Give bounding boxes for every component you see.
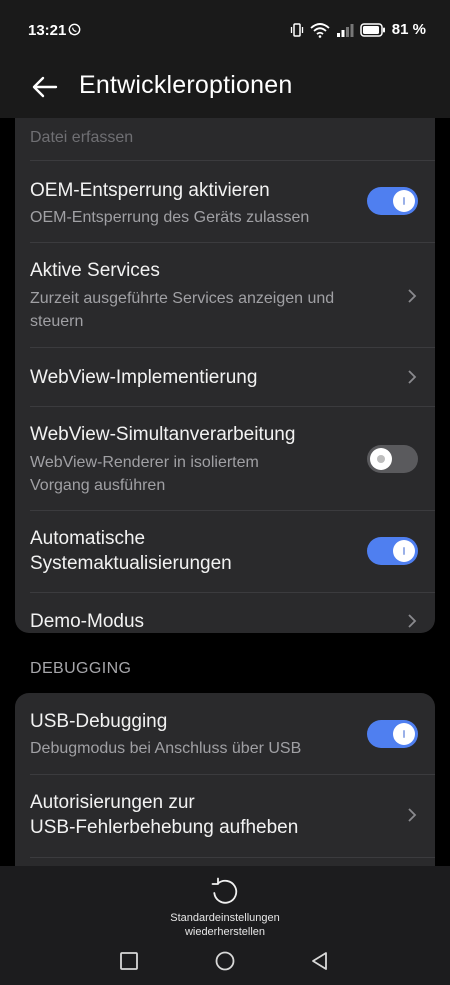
reset-label-line: wiederherstellen bbox=[184, 926, 266, 938]
recent-apps-icon[interactable] bbox=[118, 950, 140, 972]
home-icon[interactable] bbox=[214, 950, 236, 972]
list-item-subtitle: Datei erfassen bbox=[30, 129, 134, 146]
list-item-subtitle: Zurzeit ausgeführte Services anzeigen un… bbox=[30, 290, 335, 307]
list-item-title: USB-Debugging bbox=[30, 711, 168, 732]
list-item-title: Autorisierungen zur bbox=[30, 792, 195, 813]
divider bbox=[30, 857, 435, 858]
battery-icon bbox=[360, 22, 385, 37]
webview-multiprocess-toggle[interactable] bbox=[367, 445, 418, 473]
status-bar: 13:21 81 % bbox=[0, 0, 450, 60]
list-item-subtitle: Vorgang ausführen bbox=[30, 477, 166, 494]
oem-unlock-toggle[interactable] bbox=[367, 187, 418, 215]
reset-label-line: Standardeinstellungen bbox=[170, 912, 280, 924]
reset-defaults-button[interactable]: Standardeinstellungen wiederherstellen bbox=[0, 911, 450, 939]
revoke-usb-authorizations-item[interactable]: Autorisierungen zur USB-Fehlerbehebung a… bbox=[15, 775, 435, 857]
list-item-title: USB-Fehlerbehebung aufheben bbox=[30, 817, 299, 838]
app-bar: Entwickleroptionen bbox=[0, 60, 450, 118]
webview-multiprocess-item[interactable]: WebView-Simultanverarbeitung WebView-Ren… bbox=[15, 407, 435, 510]
list-item-title: Demo-Modus bbox=[30, 611, 145, 632]
developer-settings-card: Datei erfassen OEM-Entsperrung aktiviere… bbox=[15, 118, 435, 633]
chevron-right-icon bbox=[408, 370, 417, 384]
list-item-subtitle: steuern bbox=[30, 313, 84, 330]
auto-system-updates-toggle[interactable] bbox=[367, 537, 418, 565]
usb-debugging-toggle[interactable] bbox=[367, 720, 418, 748]
list-item-title: Aktive Services bbox=[30, 260, 160, 281]
battery-level: 81 % bbox=[391, 21, 426, 38]
settings-list[interactable]: Datei erfassen OEM-Entsperrung aktiviere… bbox=[0, 118, 450, 866]
list-item-subtitle: WebView-Renderer in isoliertem bbox=[30, 454, 259, 471]
vibrate-icon bbox=[290, 22, 303, 37]
toggle-knob bbox=[370, 448, 392, 470]
reset-icon[interactable] bbox=[209, 876, 241, 908]
list-item-subtitle: OEM-Entsperrung des Geräts zulassen bbox=[30, 209, 310, 226]
oem-unlock-item[interactable]: OEM-Entsperrung aktivieren OEM-Entsperru… bbox=[15, 161, 435, 242]
list-item-title: WebView-Simultanverarbeitung bbox=[30, 424, 296, 445]
auto-system-updates-item[interactable]: Automatische Systemaktualisierungen bbox=[15, 511, 435, 592]
back-arrow-icon[interactable] bbox=[30, 72, 60, 102]
list-item-title: OEM-Entsperrung aktivieren bbox=[30, 180, 270, 201]
page-title: Entwickleroptionen bbox=[79, 71, 293, 99]
back-icon[interactable] bbox=[309, 950, 331, 972]
usb-debugging-item[interactable]: USB-Debugging Debugmodus bei Anschluss ü… bbox=[15, 693, 435, 774]
status-icons: 81 % bbox=[290, 21, 426, 38]
chevron-right-icon bbox=[408, 289, 417, 303]
whatsapp-icon bbox=[68, 23, 81, 36]
section-header-debugging: DEBUGGING bbox=[30, 660, 132, 677]
list-item-title: WebView-Implementierung bbox=[30, 367, 258, 388]
webview-implementation-item[interactable]: WebView-Implementierung bbox=[15, 348, 435, 406]
bottom-bar: Standardeinstellungen wiederherstellen bbox=[0, 866, 450, 985]
wifi-icon bbox=[310, 22, 330, 38]
chevron-right-icon bbox=[408, 808, 417, 822]
list-item-partial[interactable]: Datei erfassen bbox=[15, 118, 435, 160]
chevron-right-icon bbox=[408, 614, 417, 628]
list-item-title: Systemaktualisierungen bbox=[30, 553, 232, 574]
demo-mode-item[interactable]: Demo-Modus bbox=[15, 593, 435, 633]
list-item-subtitle: Debugmodus bei Anschluss über USB bbox=[30, 740, 302, 757]
signal-icon bbox=[336, 23, 354, 37]
toggle-knob bbox=[393, 540, 415, 562]
toggle-knob bbox=[393, 723, 415, 745]
active-services-item[interactable]: Aktive Services Zurzeit ausgeführte Serv… bbox=[15, 243, 435, 347]
debugging-card: USB-Debugging Debugmodus bei Anschluss ü… bbox=[15, 693, 435, 866]
toggle-knob bbox=[393, 190, 415, 212]
status-time: 13:21 bbox=[28, 22, 67, 39]
list-item-title: Automatische bbox=[30, 528, 146, 549]
